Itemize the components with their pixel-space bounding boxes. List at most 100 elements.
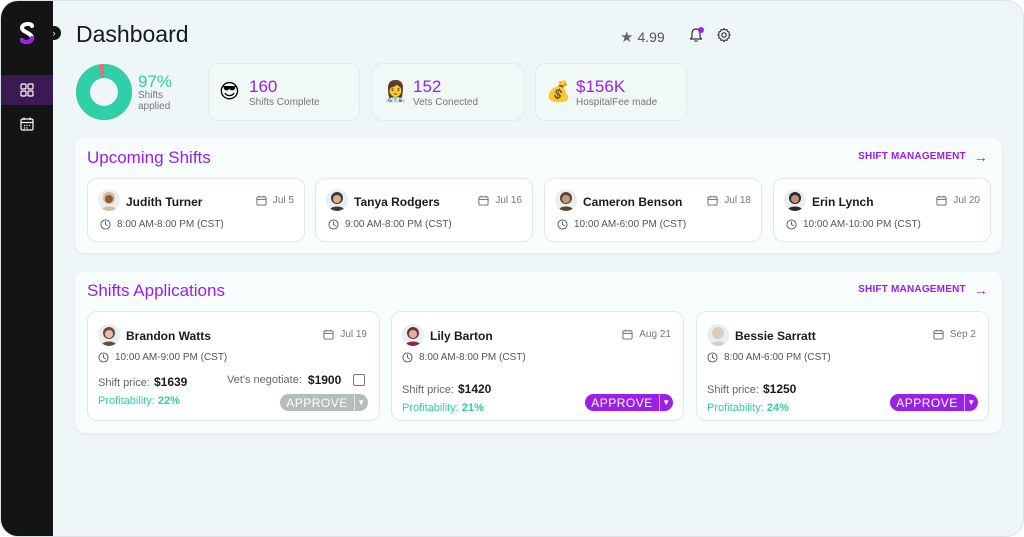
chevron-down-icon[interactable]: ▼	[964, 394, 978, 411]
approve-button[interactable]: APPROVE ▼	[890, 394, 978, 411]
grid-icon	[20, 83, 34, 97]
person-name: Tanya Rodgers	[354, 195, 440, 209]
avatar	[98, 189, 120, 211]
arrow-right-icon: →	[973, 281, 988, 298]
shift-management-link[interactable]: SHIFT MANAGEMENT →	[858, 148, 988, 165]
date-text: Jul 20	[953, 195, 980, 206]
calendar-icon	[933, 329, 944, 340]
shift-application-card: Brandon Watts Jul 19 10:00 AM-9:00 PM (CST…	[87, 311, 380, 421]
vet-negotiate: Vet's negotiate: $1900	[227, 373, 366, 387]
gear-icon[interactable]	[716, 27, 732, 43]
shift-management-link[interactable]: SHIFT MANAGEMENT →	[858, 281, 988, 298]
time-text: 8:00 AM-8:00 PM (CST)	[419, 352, 526, 363]
time-text: 10:00 AM-10:00 PM (CST)	[803, 219, 921, 230]
date-text: Jul 19	[340, 329, 367, 340]
shift-time: 8:00 AM-8:00 PM (CST)	[100, 219, 224, 230]
sidebar-item-dashboard[interactable]	[1, 75, 53, 105]
shift-date: Sep 2	[933, 329, 976, 340]
price-label: Shift price:	[98, 377, 150, 389]
chevron-down-icon[interactable]: ▼	[659, 394, 673, 411]
person-name: Lily Barton	[430, 329, 493, 343]
time-text: 10:00 AM-6:00 PM (CST)	[574, 219, 687, 230]
profit-label: Profitability:	[98, 395, 155, 407]
time-text: 10:00 AM-9:00 PM (CST)	[115, 352, 228, 363]
approve-button[interactable]: APPROVE ▼	[280, 394, 368, 411]
profit-label: Profitability:	[402, 402, 459, 414]
page-title: Dashboard	[76, 21, 189, 47]
upcoming-shift-card[interactable]: Tanya Rodgers Jul 16 9:00 AM-8:00 PM (CST)	[315, 178, 533, 242]
negotiate-checkbox[interactable]	[353, 374, 366, 386]
stat-card: 😎 160 Shifts Complete	[208, 63, 360, 121]
price-label: Shift price:	[707, 384, 759, 396]
date-text: Aug 21	[639, 329, 671, 340]
rating-value: 4.99	[637, 29, 665, 45]
arrow-right-icon: →	[973, 148, 988, 165]
sidebar-item-calendar[interactable]	[1, 109, 53, 139]
vet-emoji-icon: 👩‍⚕️	[383, 81, 408, 103]
calendar-icon	[936, 195, 947, 206]
stat-value: 160	[249, 77, 278, 96]
upcoming-shift-card[interactable]: Erin Lynch Jul 20 10:00 AM-10:00 PM (CST)	[773, 178, 991, 242]
clock-icon	[557, 219, 568, 230]
person-name: Cameron Benson	[583, 195, 683, 209]
shift-date: Jul 16	[478, 195, 522, 206]
shift-application-card: Bessie Sarratt Sep 2 8:00 AM-6:00 PM (CST)…	[696, 311, 989, 421]
upcoming-shift-card[interactable]: Judith Turner Jul 5 8:00 AM-8:00 PM (CST)	[87, 178, 305, 242]
stat-value: $156K	[576, 77, 626, 96]
chevron-down-icon[interactable]: ▼	[354, 394, 368, 411]
sidebar-collapse-button[interactable]: ›	[47, 26, 61, 40]
price-value: $1639	[153, 375, 188, 389]
shift-time: 10:00 AM-6:00 PM (CST)	[557, 219, 686, 230]
date-text: Jul 18	[724, 195, 751, 206]
donut-arc	[76, 64, 132, 120]
shift-time: 10:00 AM-10:00 PM (CST)	[786, 219, 921, 230]
calendar-icon	[478, 195, 489, 206]
app-logo-icon[interactable]	[15, 21, 39, 47]
upcoming-shifts-section: Upcoming Shifts SHIFT MANAGEMENT → Judit…	[75, 138, 1002, 253]
avatar	[784, 189, 806, 211]
clock-icon	[402, 352, 413, 363]
profit-label: Profitability:	[707, 402, 764, 414]
approve-button[interactable]: APPROVE ▼	[585, 394, 673, 411]
profit-value: 22%	[157, 395, 180, 407]
upcoming-shift-card[interactable]: Cameron Benson Jul 18 10:00 AM-6:00 PM (CS…	[544, 178, 762, 242]
shift-date: Jul 18	[707, 195, 751, 206]
stat-label: HospitalFee made	[576, 97, 658, 108]
rating: ★ 4.99	[620, 28, 665, 46]
negotiate-value: $1900	[307, 373, 342, 387]
clock-icon	[707, 352, 718, 363]
date-text: Jul 5	[272, 195, 294, 206]
shift-price: Shift price: $1250	[707, 382, 796, 396]
time-text: 8:00 AM-8:00 PM (CST)	[117, 219, 224, 230]
profitability: Profitability: 21%	[402, 402, 484, 414]
profit-value: 21%	[461, 402, 484, 414]
link-label: SHIFT MANAGEMENT	[858, 151, 966, 162]
calendar-icon	[20, 117, 34, 131]
clock-icon	[98, 352, 109, 363]
shift-time: 10:00 AM-9:00 PM (CST)	[98, 352, 227, 363]
link-label: SHIFT MANAGEMENT	[858, 284, 966, 295]
negotiate-label: Vet's negotiate:	[227, 374, 302, 386]
section-title: Upcoming Shifts	[87, 148, 211, 167]
date-text: Jul 16	[495, 195, 522, 206]
shift-price: Shift price: $1420	[402, 382, 491, 396]
price-value: $1420	[457, 382, 492, 396]
avatar	[326, 189, 348, 211]
person-name: Brandon Watts	[126, 329, 211, 343]
profitability: Profitability: 22%	[98, 395, 180, 407]
stat-value: 152	[413, 77, 442, 96]
shift-applications-section: Shifts Applications SHIFT MANAGEMENT → B…	[75, 271, 1002, 433]
person-name: Judith Turner	[126, 195, 203, 209]
time-text: 9:00 AM-8:00 PM (CST)	[345, 219, 452, 230]
calendar-icon	[707, 195, 718, 206]
shift-time: 8:00 AM-8:00 PM (CST)	[402, 352, 526, 363]
person-name: Erin Lynch	[812, 195, 874, 209]
clock-icon	[328, 219, 339, 230]
clock-icon	[786, 219, 797, 230]
stat-card: 💰 $156K HospitalFee made	[535, 63, 687, 121]
sidebar	[1, 1, 53, 536]
price-label: Shift price:	[402, 384, 454, 396]
app-frame: › Dashboard ★ 4.99 97% Shifts applied 😎 1…	[0, 0, 1024, 537]
profit-value: 24%	[766, 402, 789, 414]
shift-date: Aug 21	[622, 329, 671, 340]
